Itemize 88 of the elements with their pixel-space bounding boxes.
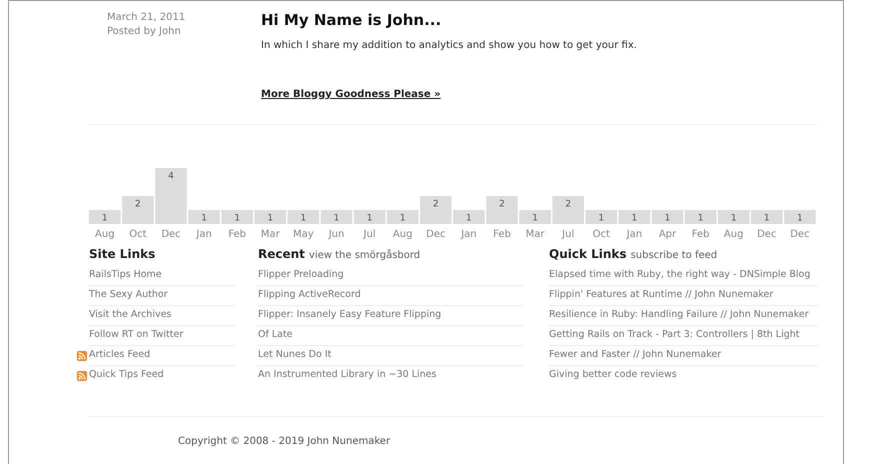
- bar-value-label: 1: [201, 213, 207, 223]
- list-link[interactable]: Of Late: [258, 328, 293, 342]
- axis-label: Dec: [790, 228, 810, 240]
- copyright-text: Copyright © 2008 - 2019 John Nunemaker: [178, 436, 390, 446]
- chart-bar: [784, 210, 816, 224]
- bar-value-label: 1: [267, 213, 274, 223]
- list-link[interactable]: Giving better code reviews: [549, 368, 677, 383]
- bar-value-label: 4: [168, 171, 174, 181]
- list-link[interactable]: Elapsed time with Ruby, the right way - DNSimple Blog: [549, 268, 810, 282]
- section-link[interactable]: view the smörgåsbord: [308, 248, 420, 262]
- bar-value-label: 1: [764, 213, 770, 223]
- post-date: March 21, 2011: [107, 11, 186, 25]
- list-link[interactable]: Flipper: Insanely Easy Feature Flipping: [258, 308, 442, 322]
- axis-label: Mar: [526, 228, 545, 240]
- chart-bar: [586, 210, 618, 224]
- axis-label: Apr: [658, 228, 676, 240]
- section-title: Site Links: [89, 246, 156, 262]
- list-link[interactable]: Visit the Archives: [89, 308, 172, 322]
- bar-value-label: 1: [466, 213, 472, 223]
- section-link[interactable]: subscribe to feed: [630, 248, 718, 262]
- section-title: Quick Links: [549, 246, 627, 262]
- chart-bar: [652, 210, 684, 224]
- post-summary: In which I share my addition to analytics and show you how to get your fix.: [261, 38, 637, 52]
- bar-value-label: 1: [334, 213, 340, 223]
- axis-label: Jul: [562, 228, 574, 240]
- list-link[interactable]: Flippin' Features at Runtime // John Nunemaker: [549, 288, 774, 302]
- list-link[interactable]: Flipping ActiveRecord: [258, 288, 361, 302]
- axis-label: Jun: [328, 228, 344, 240]
- bar-value-label: 1: [366, 213, 372, 223]
- chart-bar: [751, 210, 783, 224]
- chart-bar: [684, 210, 716, 224]
- chart-bar: [288, 210, 320, 224]
- rss-feed-icon: [77, 350, 87, 360]
- bar-value-label: 1: [234, 213, 240, 223]
- bar-value-label: 2: [565, 199, 572, 209]
- bar-value-label: 1: [598, 213, 604, 223]
- list-link[interactable]: The Sexy Author: [89, 288, 168, 302]
- list-link[interactable]: Follow RT on Twitter: [89, 328, 184, 342]
- list-link[interactable]: Flipper Preloading: [258, 268, 344, 282]
- chart-bar: [254, 210, 286, 224]
- bar-value-label: 1: [698, 213, 704, 223]
- axis-label: Feb: [228, 228, 246, 240]
- chart-bar: [386, 210, 418, 224]
- axis-label: Oct: [129, 228, 147, 240]
- axis-label: Dec: [426, 228, 446, 240]
- list-link[interactable]: Let Nunes Do It: [258, 348, 332, 362]
- list-link[interactable]: Articles Feed: [89, 348, 150, 362]
- post-author: Posted by John: [107, 25, 182, 39]
- rss-feed-icon: [77, 370, 87, 380]
- list-link[interactable]: Quick Tips Feed: [89, 368, 164, 383]
- axis-label: Aug: [392, 228, 412, 240]
- axis-label: Aug: [95, 228, 115, 240]
- bar-value-label: 1: [102, 213, 108, 223]
- bar-value-label: 1: [300, 213, 306, 223]
- bar-value-label: 2: [135, 199, 141, 209]
- axis-label: May: [293, 228, 314, 240]
- axis-label: Oct: [592, 228, 610, 240]
- more-link[interactable]: More Bloggy Goodness Please »: [261, 86, 441, 102]
- bar-value-label: 1: [730, 213, 737, 223]
- list-link[interactable]: RailsTips Home: [89, 268, 162, 282]
- chart-bar: [354, 210, 386, 224]
- chart-bar: [718, 210, 750, 224]
- list-link[interactable]: Resilience in Ruby: Handling Failure // John Nunemaker: [549, 308, 809, 322]
- axis-label: Dec: [161, 228, 181, 240]
- bar-value-label: 1: [400, 213, 406, 223]
- bar-value-label: 2: [432, 199, 439, 209]
- list-link[interactable]: Fewer and Faster // John Nunemaker: [549, 348, 722, 362]
- chart-bar: [221, 210, 253, 224]
- axis-label: Jan: [461, 228, 477, 240]
- bar-value-label: 1: [664, 213, 670, 223]
- axis-label: Jan: [196, 228, 212, 240]
- axis-label: Aug: [724, 228, 744, 240]
- section-title: Recent: [258, 246, 305, 262]
- bar-value-label: 1: [632, 213, 638, 223]
- axis-label: Jul: [364, 228, 376, 240]
- list-link[interactable]: An Instrumented Library in ~30 Lines: [258, 368, 436, 383]
- axis-label: Feb: [692, 228, 710, 240]
- axis-label: Mar: [260, 228, 280, 240]
- chart-bar: [320, 210, 352, 224]
- axis-label: Jan: [626, 228, 642, 240]
- post-title: Hi My Name is John...: [261, 10, 442, 31]
- bar-value-label: 1: [532, 213, 538, 223]
- bar-value-label: 2: [499, 199, 505, 209]
- bar-value-label: 1: [797, 213, 803, 223]
- list-link[interactable]: Getting Rails on Track - Part 3: Controllers | 8th Light: [549, 328, 800, 342]
- chart-bar: [618, 210, 650, 224]
- axis-label: Dec: [757, 228, 776, 240]
- axis-label: Feb: [493, 228, 511, 240]
